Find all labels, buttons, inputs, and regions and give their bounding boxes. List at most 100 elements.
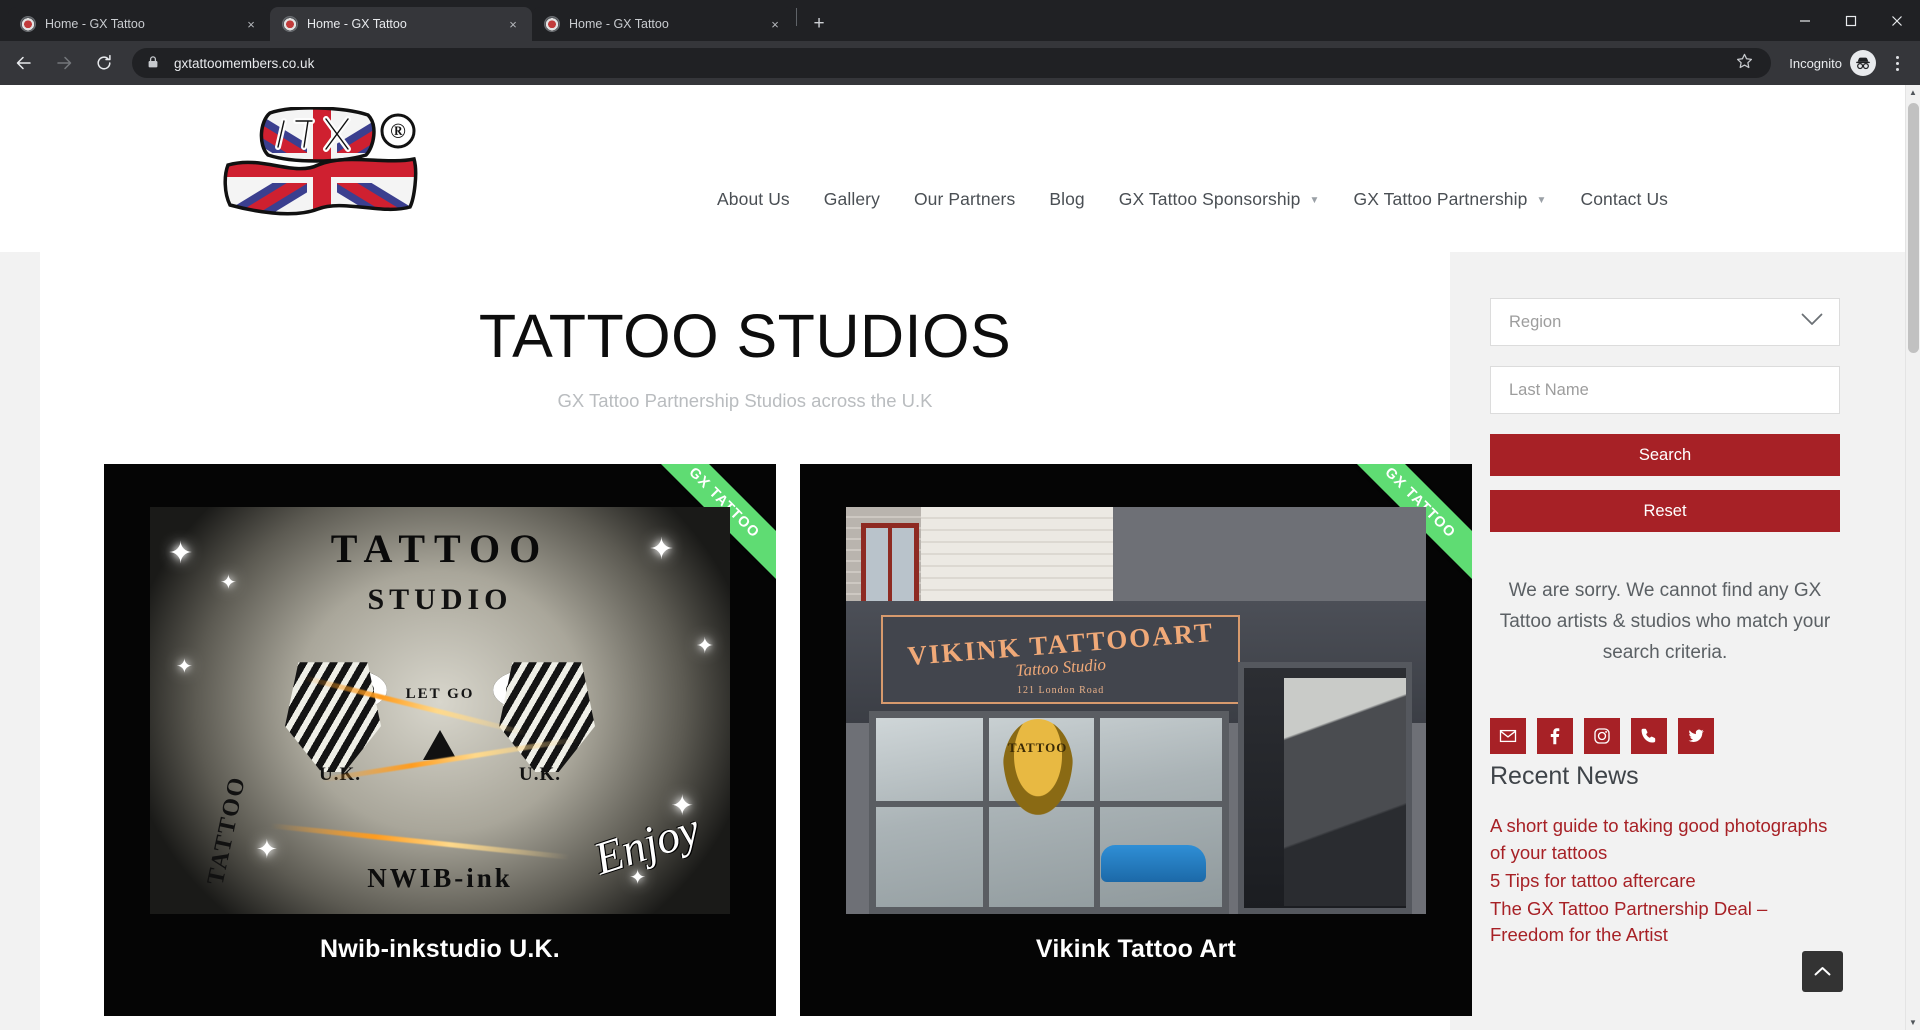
forward-arrow-icon[interactable]	[48, 47, 80, 79]
tab-title: Home - GX Tattoo	[569, 17, 669, 31]
tab-close-icon[interactable]: ×	[504, 15, 522, 33]
content-row: TATTOO STUDIOS GX Tattoo Partnership Stu…	[0, 252, 1905, 1030]
incognito-indicator[interactable]: Incognito	[1789, 50, 1876, 76]
search-button[interactable]: Search	[1490, 434, 1840, 476]
nav-label: GX Tattoo Partnership	[1353, 189, 1528, 209]
browser-tab-2[interactable]: Home - GX Tattoo ×	[270, 7, 532, 41]
browser-toolbar: gxtattoomembers.co.uk Incognito	[0, 41, 1920, 85]
main-column: TATTOO STUDIOS GX Tattoo Partnership Stu…	[40, 252, 1472, 1030]
last-name-placeholder: Last Name	[1509, 380, 1589, 399]
facebook-icon[interactable]	[1537, 718, 1573, 755]
shop-sign: VIKINK TATTOOART Tattoo Studio 121 Londo…	[880, 614, 1241, 705]
tab-close-icon[interactable]: ×	[242, 15, 260, 33]
address-bar-url: gxtattoomembers.co.uk	[174, 55, 315, 71]
browser-tab-3[interactable]: Home - GX Tattoo ×	[532, 7, 794, 41]
scrollbar-down-arrow-icon[interactable]: ▼	[1906, 1015, 1920, 1030]
region-select[interactable]: Region	[1490, 298, 1840, 346]
studio-name: Vikink Tattoo Art	[1035, 935, 1237, 964]
recent-news-heading: Recent News	[1490, 762, 1639, 791]
studio-card[interactable]: GX TATTOO ✦ ✦ ✦ ✦ ✦ ✦ ✦ ✦ TATTOO STUDIO …	[104, 464, 776, 1017]
logo-registered-mark: ®	[390, 119, 406, 143]
tab-favicon	[544, 16, 560, 32]
nav-item-blog[interactable]: Blog	[1032, 189, 1101, 210]
nav-item-gx-tattoo-sponsorship[interactable]: GX Tattoo Sponsorship ▼	[1102, 189, 1337, 210]
incognito-avatar-icon[interactable]	[1850, 50, 1876, 76]
website-page: ® About Us Gallery Our Partners Blog GX …	[0, 85, 1905, 1030]
reset-button[interactable]: Reset	[1490, 490, 1840, 532]
nav-item-contact-us[interactable]: Contact Us	[1563, 189, 1685, 210]
nav-label: Contact Us	[1580, 189, 1669, 209]
nav-item-about-us[interactable]: About Us	[700, 189, 807, 210]
skull-poster-artwork: ✦ ✦ ✦ ✦ ✦ ✦ ✦ ✦ TATTOO STUDIO LET GO U.K…	[150, 507, 730, 915]
star-icon[interactable]	[1735, 52, 1757, 74]
reload-icon[interactable]	[88, 47, 120, 79]
tab-title: Home - GX Tattoo	[45, 17, 145, 31]
page-subtitle: GX Tattoo Partnership Studios across the…	[557, 390, 933, 412]
chevron-down-icon: ▼	[1536, 194, 1547, 206]
nav-item-gx-tattoo-partnership[interactable]: GX Tattoo Partnership ▼	[1337, 189, 1564, 210]
studio-name: Nwib-inkstudio U.K.	[320, 935, 560, 964]
scrollbar-thumb[interactable]	[1908, 103, 1919, 353]
tab-favicon	[20, 16, 36, 32]
tab-title: Home - GX Tattoo	[307, 17, 407, 31]
last-name-input[interactable]: Last Name	[1490, 366, 1840, 414]
sidebar: Region Last Name Search Reset We are sor…	[1450, 252, 1880, 1030]
shop-sign-address: 121 London Road	[1016, 685, 1105, 697]
social-links	[1490, 718, 1840, 755]
studio-image: ✦ ✦ ✦ ✦ ✦ ✦ ✦ ✦ TATTOO STUDIO LET GO U.K…	[150, 507, 730, 915]
tab-separator	[796, 7, 797, 26]
back-arrow-icon[interactable]	[8, 47, 40, 79]
nav-label: Gallery	[823, 189, 880, 209]
recent-news-list: A short guide to taking good photographs…	[1490, 813, 1840, 948]
chevron-down-icon	[1801, 313, 1823, 331]
artwork-uk-right: U.K.	[519, 764, 561, 786]
lock-icon	[146, 55, 162, 71]
studio-card-grid: GX TATTOO ✦ ✦ ✦ ✦ ✦ ✦ ✦ ✦ TATTOO STUDIO …	[40, 464, 1472, 1017]
studio-card[interactable]: GX TATTOO VIKINK TATTOOART Tattoo Studio…	[800, 464, 1472, 1017]
address-bar[interactable]: gxtattoomembers.co.uk	[132, 48, 1772, 78]
chevron-up-icon	[1814, 966, 1831, 975]
window-emblem-text: TATTOO	[1007, 739, 1068, 755]
site-navigation: About Us Gallery Our Partners Blog GX Ta…	[700, 189, 1685, 210]
twitter-icon[interactable]	[1678, 718, 1714, 755]
page-scrollbar[interactable]: ▲ ▼	[1905, 85, 1920, 1030]
skull-graphic: LET GO U.K. U.K.	[275, 544, 605, 844]
incognito-label: Incognito	[1789, 55, 1842, 71]
region-select-value: Region	[1509, 312, 1562, 331]
page-title: TATTOO STUDIOS	[478, 302, 1012, 370]
news-item[interactable]: 5 Tips for tattoo aftercare	[1490, 868, 1840, 894]
nav-item-our-partners[interactable]: Our Partners	[897, 189, 1032, 210]
instagram-icon[interactable]	[1584, 718, 1620, 755]
tab-strip: Home - GX Tattoo × Home - GX Tattoo × Ho…	[0, 0, 1920, 41]
page-viewport: ® About Us Gallery Our Partners Blog GX …	[0, 85, 1920, 1030]
email-icon[interactable]	[1490, 718, 1526, 755]
browser-tab-1[interactable]: Home - GX Tattoo ×	[8, 7, 270, 41]
window-controls	[1782, 0, 1920, 41]
new-tab-button[interactable]: +	[805, 10, 833, 38]
news-item[interactable]: A short guide to taking good photographs…	[1490, 813, 1840, 866]
close-icon[interactable]	[1874, 0, 1920, 41]
studio-image: VIKINK TATTOOART Tattoo Studio 121 Londo…	[846, 507, 1426, 915]
artwork-eye-text: LET GO	[405, 686, 475, 703]
nav-label: GX Tattoo Sponsorship	[1118, 189, 1301, 209]
site-header: ® About Us Gallery Our Partners Blog GX …	[0, 85, 1905, 252]
shopfront-photo-artwork: VIKINK TATTOOART Tattoo Studio 121 Londo…	[846, 507, 1426, 915]
minimize-icon[interactable]	[1782, 0, 1828, 41]
tab-close-icon[interactable]: ×	[766, 15, 784, 33]
tab-favicon	[282, 16, 298, 32]
chevron-down-icon: ▼	[1309, 194, 1320, 206]
phone-icon[interactable]	[1631, 718, 1667, 755]
scroll-to-top-button[interactable]	[1802, 951, 1843, 992]
news-item[interactable]: The GX Tattoo Partnership Deal – Freedom…	[1490, 896, 1840, 949]
browser-window: Home - GX Tattoo × Home - GX Tattoo × Ho…	[0, 0, 1920, 1030]
three-dot-menu-icon[interactable]	[1882, 48, 1912, 78]
nav-item-gallery[interactable]: Gallery	[807, 189, 897, 210]
scrollbar-up-arrow-icon[interactable]: ▲	[1906, 85, 1920, 100]
nav-label: About Us	[717, 189, 790, 209]
nav-label: Blog	[1049, 189, 1085, 209]
no-results-message: We are sorry. We cannot find any GX Tatt…	[1499, 580, 1831, 663]
nav-label: Our Partners	[913, 189, 1016, 209]
window-tattoo-emblem: TATTOO	[1002, 718, 1073, 815]
maximize-icon[interactable]	[1828, 0, 1874, 41]
gx-tattoo-logo[interactable]: ®	[222, 107, 422, 229]
